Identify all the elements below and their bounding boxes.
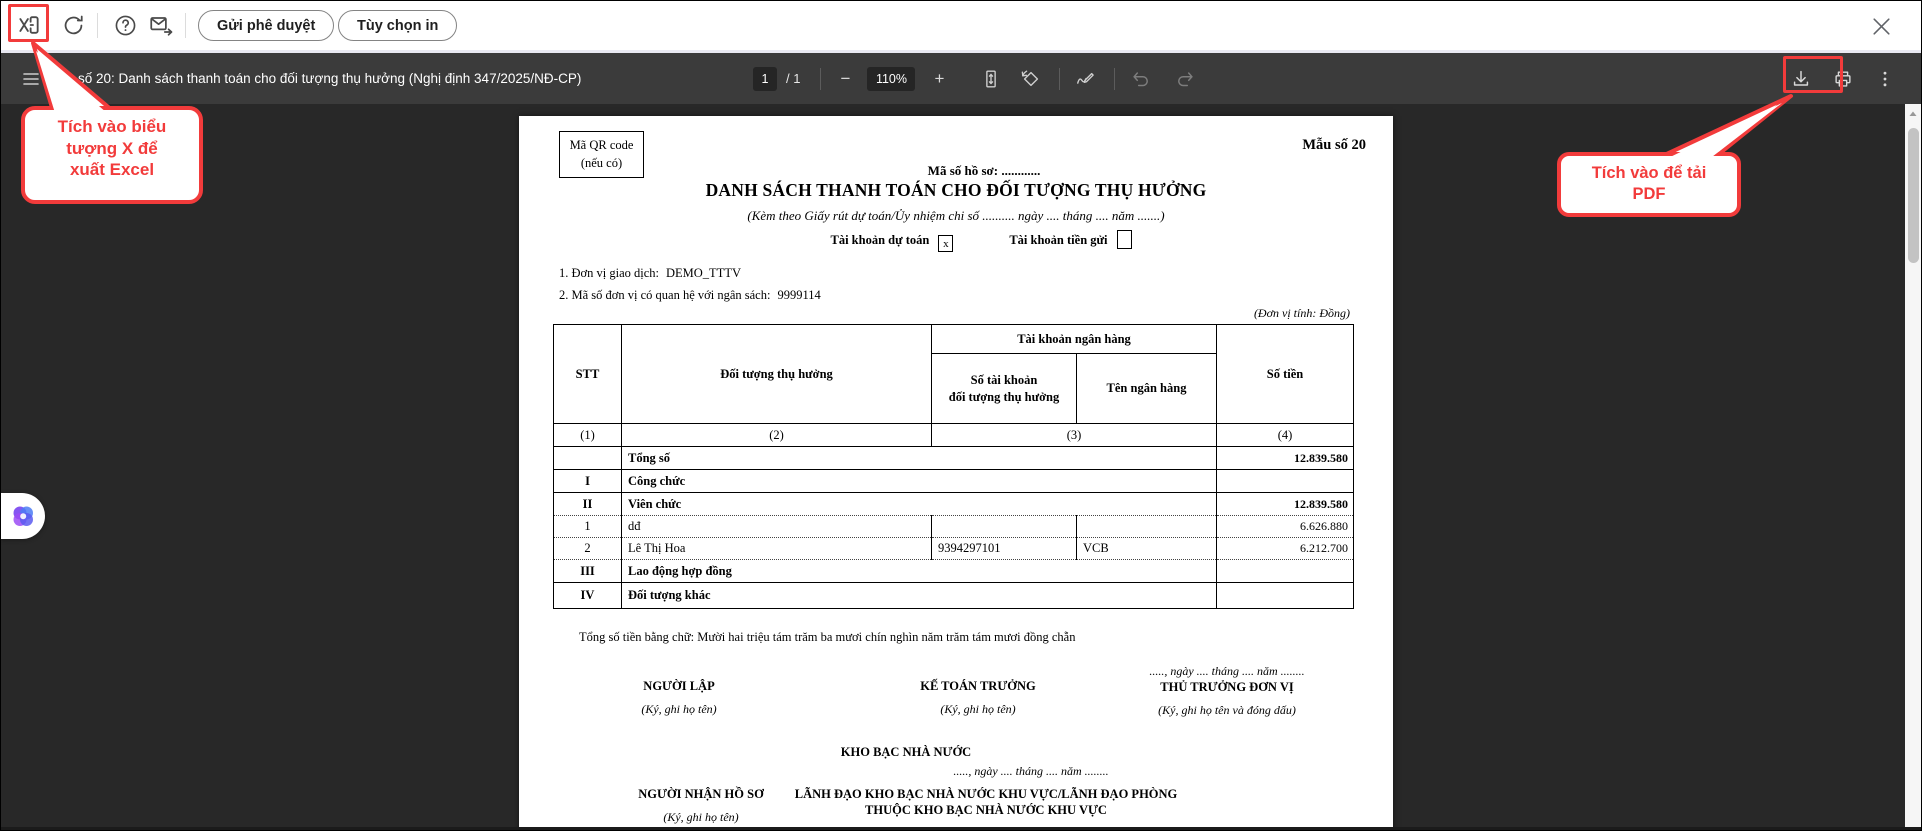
budget-code-value: 9999114 [777, 288, 821, 302]
excel-callout-text: Tích vào biểu tượng X để xuất Excel [57, 117, 167, 180]
fit-page-button[interactable] [977, 65, 1005, 93]
window-bottom-edge [1, 827, 1921, 830]
col-header-stt: STT [553, 324, 622, 424]
estimate-account-checkbox: x [938, 235, 954, 252]
receiver-note: (Ký, ghi họ tên) [663, 810, 739, 824]
toolbar-divider [820, 67, 822, 90]
toolbar-divider [97, 13, 98, 38]
qr-label-line1: Mã QR code [569, 138, 634, 152]
toolbar-divider [1059, 67, 1061, 90]
undo-icon [1133, 71, 1149, 86]
scroll-up-icon[interactable] [1907, 108, 1919, 120]
app-window: Gửi phê duyệt Tùy chọn in Mẫu số 20: Dan… [0, 0, 1922, 831]
amount-in-words: Tổng số tiền bằng chữ: Mười hai triệu tá… [579, 630, 1076, 644]
col-header-account: Số tài khoản đối tượng thụ hưởng [931, 353, 1077, 424]
table-row-group-I: I Công chức [553, 469, 1355, 493]
pdf-controls: 1 / 1 − 110% + [753, 53, 1199, 104]
receiver-title: NGƯỜI NHẬN HỒ SƠ [638, 787, 764, 801]
col-header-bank-name: Tên ngân hàng [1075, 353, 1218, 424]
estimate-account-label: Tài khoản dự toán [830, 233, 930, 247]
page-number-input[interactable]: 1 [753, 66, 777, 91]
draw-icon [1077, 72, 1095, 84]
vertical-scrollbar[interactable] [1905, 104, 1921, 830]
table-row-group-III: III Lao động hợp đồng [553, 559, 1355, 583]
payment-table: STT Đối tượng thụ hưởng Tài khoản ngân h… [553, 324, 1355, 609]
budget-code-line: 2. Mã số đơn vị có quan hệ với ngân sách… [559, 288, 821, 302]
refresh-icon [64, 15, 83, 34]
deposit-account-checkbox [1116, 230, 1132, 249]
toolbar-divider [185, 13, 186, 38]
table-row-detail-2: 2 Lê Thị Hoa 9394297101 VCB 6.212.700 [553, 537, 1355, 560]
col-header-beneficiary: Đối tượng thụ hưởng [621, 324, 932, 424]
zoom-level-label[interactable]: 110% [867, 66, 916, 91]
print-icon [1835, 70, 1851, 87]
treasury-leader-line1: LÃNH ĐẠO KHO BẠC NHÀ NƯỚC KHU VỰC/LÃNH Đ… [794, 787, 1178, 801]
column-number-row: (1) (2) (3) (4) [553, 423, 1355, 447]
table-row-detail-1: 1 dđ 6.626.880 [553, 515, 1355, 538]
accountant-title: KẾ TOÁN TRƯỞNG [920, 679, 1036, 693]
treasury-title: KHO BẠC NHÀ NƯỚC [840, 745, 972, 759]
send-approval-button[interactable]: Gửi phê duyệt [198, 10, 335, 41]
zoom-in-button[interactable]: + [927, 67, 951, 91]
table-row-group-II: II Viên chức 12.839.580 [553, 492, 1355, 516]
close-icon [1872, 17, 1890, 35]
deposit-account-label: Tài khoản tiền gửi [1009, 233, 1108, 247]
head-note: (Ký, ghi họ tên và đóng dấu) [1158, 703, 1296, 717]
creator-title: NGƯỜI LẬP [643, 679, 715, 693]
redo-icon [1178, 71, 1194, 86]
redo-button[interactable] [1171, 65, 1199, 93]
ai-assistant-icon [13, 506, 33, 526]
fit-page-icon [986, 70, 997, 87]
treasury-date-line: ....., ngày .... tháng .... năm ........ [953, 764, 1109, 778]
form-number: Mẫu số 20 [1302, 137, 1366, 153]
document-page: Mã QR code (nếu có) Mẫu số 20 Mã số hồ s… [519, 116, 1393, 830]
col-header-amount: Số tiền [1216, 324, 1355, 424]
creator-note: (Ký, ghi họ tên) [641, 702, 717, 716]
dossier-code: Mã số hồ sơ: ............ [927, 163, 1041, 178]
document-title: DANH SÁCH THANH TOÁN CHO ĐỐI TƯỢNG THỤ H… [705, 180, 1207, 200]
send-mail-button[interactable] [143, 7, 179, 43]
refresh-button[interactable] [55, 7, 91, 43]
help-button[interactable] [107, 7, 143, 43]
undo-button[interactable] [1127, 65, 1155, 93]
more-options-button[interactable] [1871, 65, 1899, 93]
table-row-total: Tổng số 12.839.580 [553, 446, 1355, 470]
pdf-callout-text: Tích vào để tải PDF [1591, 164, 1707, 203]
rotate-button[interactable] [1017, 65, 1045, 93]
send-mail-icon [150, 17, 173, 36]
more-options-icon [1883, 71, 1887, 86]
excel-export-icon [19, 16, 39, 34]
zoom-out-button[interactable]: − [833, 67, 857, 91]
top-toolbar: Gửi phê duyệt Tùy chọn in [1, 1, 1921, 50]
transaction-unit-line: 1. Đơn vị giao dịch: DEMO_TTTV [559, 266, 741, 280]
head-title: THỦ TRƯỞNG ĐƠN VỊ [1160, 680, 1294, 694]
export-excel-button[interactable] [11, 7, 47, 43]
scrollbar-thumb[interactable] [1907, 128, 1919, 263]
document-subtitle: (Kèm theo Giấy rút dự toán/Ủy nhiệm chi … [747, 208, 1165, 223]
table-row-group-IV: IV Đối tượng khác [553, 582, 1355, 609]
help-icon [115, 15, 135, 35]
page-total-label: / 1 [786, 71, 801, 86]
treasury-leader-line2: THUỘC KHO BẠC NHÀ NƯỚC KHU VỰC [865, 803, 1107, 817]
head-date-line: ....., ngày .... tháng .... năm ........ [1149, 664, 1305, 678]
ai-assistant-button[interactable] [1, 493, 45, 539]
draw-button[interactable] [1072, 65, 1100, 93]
account-type-row: Tài khoản dự toán x Tài khoản tiền gửi [519, 230, 1393, 252]
print-options-button[interactable]: Tùy chọn in [338, 10, 458, 41]
toolbar-divider [1114, 67, 1116, 90]
rotate-icon [1022, 70, 1039, 86]
col-header-bank-group: Tài khoản ngân hàng [930, 324, 1218, 354]
currency-note: (Đơn vị tính: Đồng) [1253, 306, 1350, 320]
accountant-note: (Ký, ghi họ tên) [940, 702, 1016, 716]
print-button[interactable] [1829, 65, 1857, 93]
close-button[interactable] [1863, 8, 1899, 44]
transaction-unit-value: DEMO_TTTV [666, 266, 741, 280]
